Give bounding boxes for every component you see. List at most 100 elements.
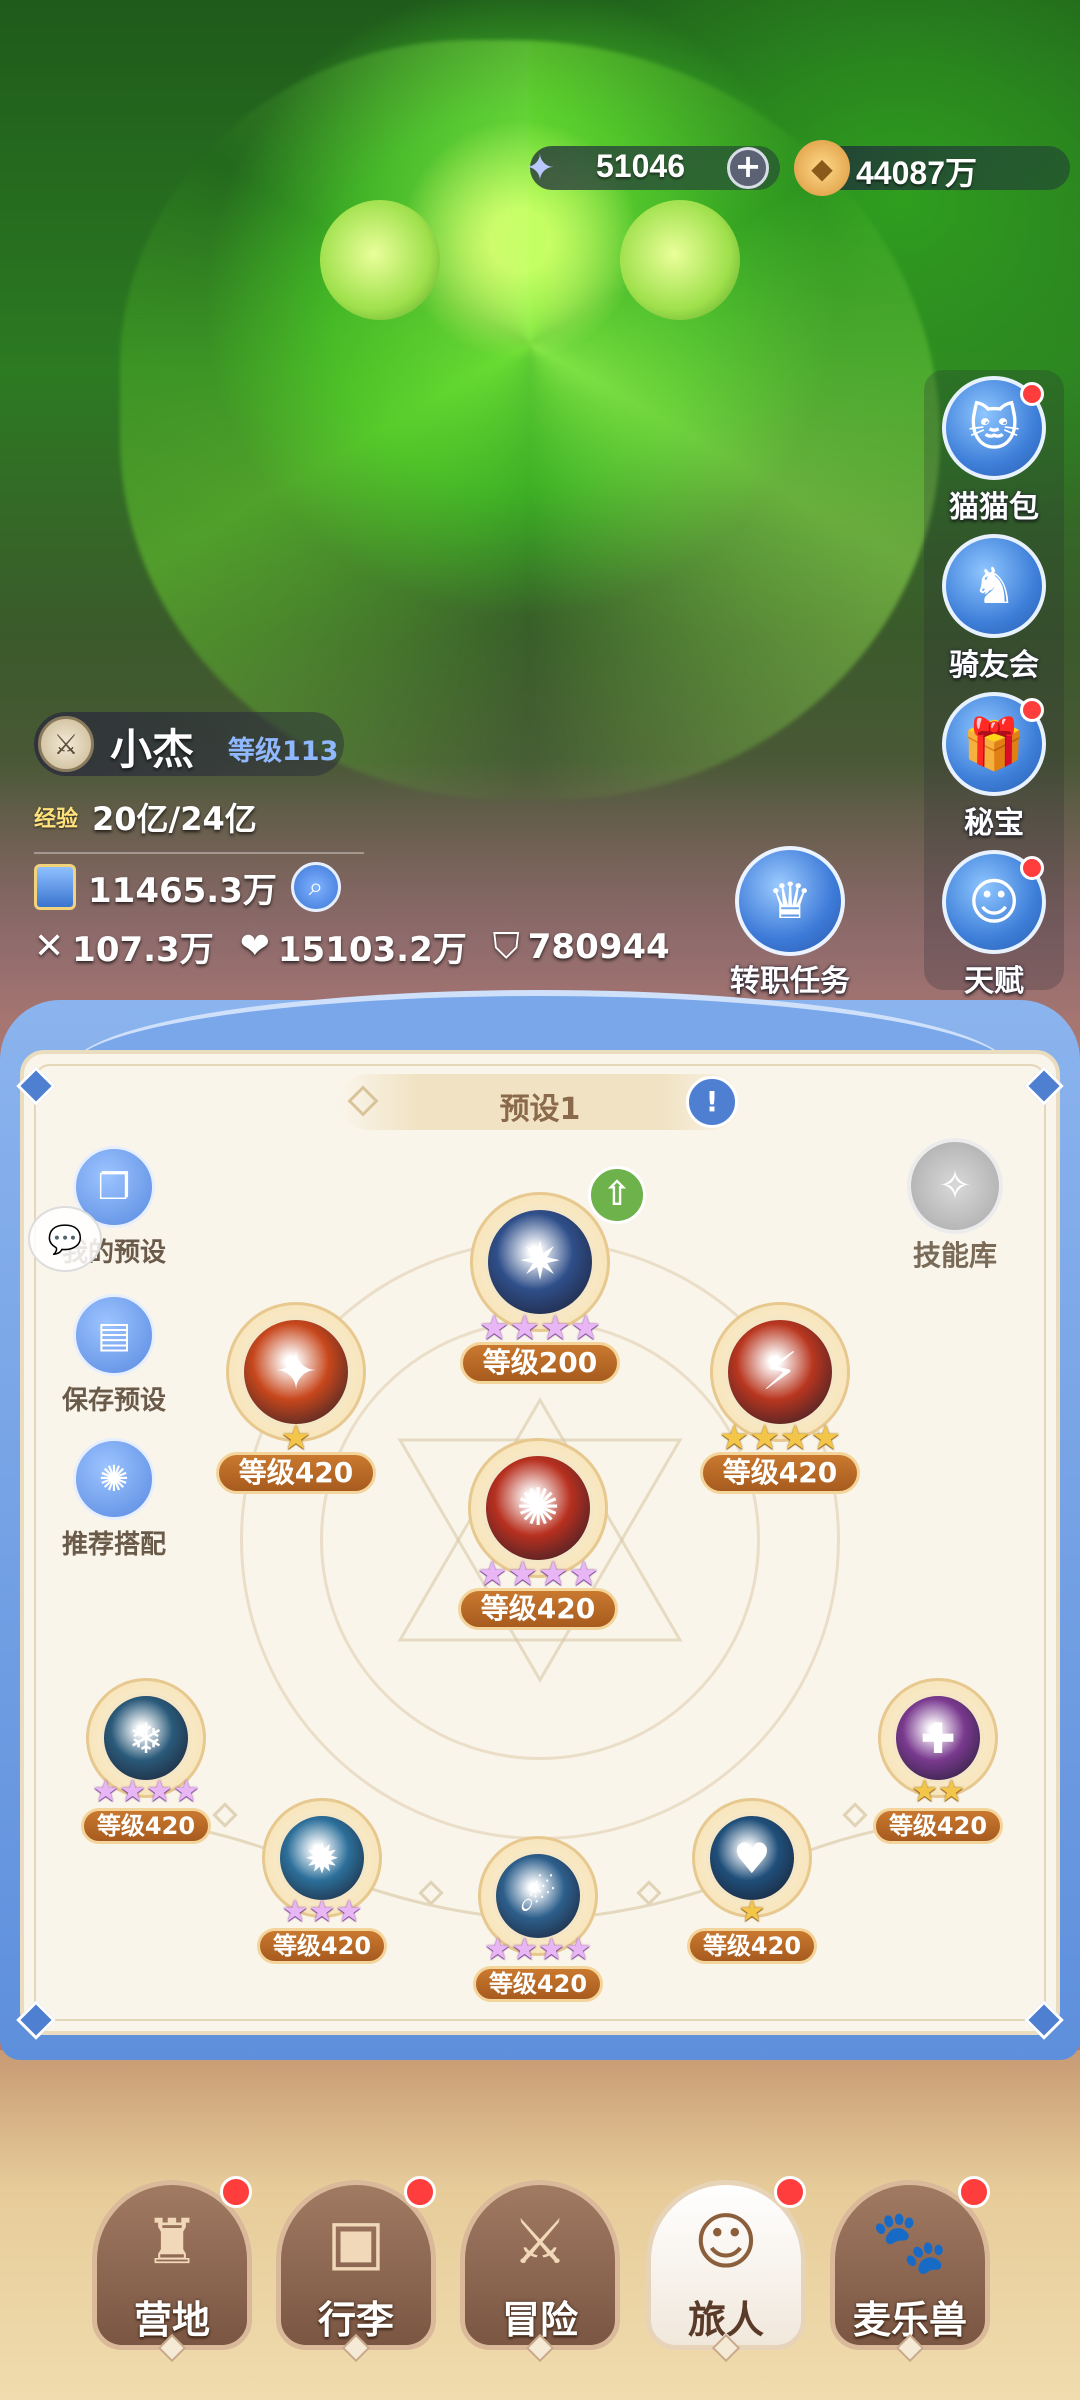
nav-pet[interactable]: 🐾 麦乐兽 bbox=[830, 2176, 990, 2370]
star-icon: ★ bbox=[281, 1894, 309, 1929]
shield-icon: ⛉ bbox=[492, 925, 520, 967]
skill-slot-left[interactable]: ✦ ★ 等级420 bbox=[216, 1302, 376, 1512]
star-icon: ★ bbox=[172, 1774, 200, 1809]
recommend-icon: ✺ bbox=[73, 1438, 155, 1520]
star-icon: ★ bbox=[92, 1774, 120, 1809]
skill-stars: ★ ★ ★ ★ bbox=[468, 1932, 608, 1967]
pet-icon: 🐾 bbox=[871, 2205, 949, 2278]
player-level: 等级113 bbox=[228, 736, 339, 767]
menu-label: 猫猫包 bbox=[949, 490, 1039, 525]
nav-crossed-swords[interactable]: ⚔ 冒险 bbox=[460, 2180, 620, 2370]
power-detail-button[interactable]: ⌕ bbox=[290, 862, 341, 912]
nav-card: ⚔ 冒险 bbox=[460, 2180, 620, 2350]
menu-cat-bag[interactable]: 🐱 猫猫包 bbox=[924, 376, 1064, 526]
skill-slot-b5[interactable]: ✚ ★ ★ 等级420 bbox=[873, 1678, 1003, 1868]
combat-power-icon bbox=[34, 864, 76, 910]
skill-slot-b3[interactable]: ☄ ★ ★ ★ ★ 等级420 bbox=[473, 1836, 603, 2026]
right-side-menu: 🐱 猫猫包 ♞ 骑友会 🎁 秘宝 ☺ 天赋 bbox=[924, 370, 1064, 999]
menu-label: 秘宝 bbox=[964, 806, 1024, 841]
skill-icon: ✷ bbox=[484, 1206, 596, 1318]
menu-label: 骑友会 bbox=[949, 648, 1039, 683]
chat-bubble-icon[interactable]: 💬 bbox=[28, 1206, 102, 1272]
recommend-button[interactable]: ✺ 推荐搭配 bbox=[44, 1438, 184, 1561]
preset-selector[interactable]: 预设1 bbox=[340, 1074, 740, 1130]
menu-talent[interactable]: ☺ 天赋 bbox=[924, 850, 1064, 1000]
exp-row: 经验 20亿/24亿 bbox=[34, 794, 257, 840]
crossed-swords-icon: ⚔ bbox=[512, 2205, 568, 2278]
skill-level-label: 等级420 bbox=[473, 1966, 603, 2002]
add-gems-button[interactable]: + bbox=[727, 147, 769, 189]
star-crystal-icon: ✦ bbox=[524, 147, 556, 189]
skill-level-label: 等级420 bbox=[687, 1928, 817, 1964]
skill-slot-right[interactable]: ⚡ ★ ★ ★ ★ 等级420 bbox=[700, 1302, 860, 1512]
notification-dot bbox=[1020, 856, 1044, 880]
star-icon: ★ bbox=[538, 1932, 565, 1967]
star-icon: ★ bbox=[335, 1894, 363, 1929]
preset-name: 预设1 bbox=[499, 1092, 581, 1127]
skill-stars: ★ ★ bbox=[868, 1774, 1008, 1809]
save-preset-label: 保存预设 bbox=[61, 1386, 166, 1416]
nav-backpack[interactable]: ▣ 行李 bbox=[276, 2176, 436, 2370]
star-icon: ★ bbox=[911, 1774, 938, 1809]
skill-icon: ✚ bbox=[892, 1692, 984, 1784]
nav-traveler-avatar[interactable]: ☺ 旅人 bbox=[646, 2176, 806, 2370]
skill-icon: ♥ bbox=[706, 1812, 798, 1904]
skill-icon: ✺ bbox=[482, 1452, 594, 1564]
skill-slot-b2[interactable]: ✹ ★ ★ ★ 等级420 bbox=[257, 1798, 387, 1988]
skill-slot-top[interactable]: ✷ ★ ★ ★ ★ 等级200 ⇧ bbox=[460, 1166, 646, 1402]
skill-slot-b1[interactable]: ❄ ★ ★ ★ ★ 等级420 bbox=[81, 1678, 211, 1868]
defense-value: 780944 bbox=[527, 926, 670, 967]
star-icon: ★ bbox=[738, 1894, 766, 1929]
traveler-avatar-icon: ☺ bbox=[693, 2205, 759, 2278]
skill-icon: ☄ bbox=[492, 1850, 584, 1942]
star-icon: ★ bbox=[308, 1894, 336, 1929]
crown-icon: ♛ bbox=[735, 846, 845, 956]
notification-dot bbox=[404, 2176, 436, 2208]
skill-stars: ★ ★ ★ ★ bbox=[76, 1774, 216, 1809]
save-preset-button[interactable]: ▤ 保存预设 bbox=[44, 1294, 184, 1417]
notification-dot bbox=[774, 2176, 806, 2208]
skill-level-label: 等级420 bbox=[700, 1452, 860, 1494]
preset-info-icon[interactable]: ! bbox=[686, 1076, 738, 1128]
gem-amount: 51046 bbox=[596, 148, 685, 184]
horse-icon: ♞ bbox=[942, 534, 1046, 638]
hp-value: 15103.2万 bbox=[277, 930, 467, 970]
skill-slot-b4[interactable]: ♥ ★ 等级420 bbox=[687, 1798, 817, 1988]
gold-coin-icon: ◆ bbox=[794, 140, 850, 196]
menu-rider-club[interactable]: ♞ 骑友会 bbox=[924, 534, 1064, 684]
skill-level-label: 等级420 bbox=[257, 1928, 387, 1964]
star-icon: ★ bbox=[564, 1932, 592, 1967]
menu-treasure[interactable]: 🎁 秘宝 bbox=[924, 692, 1064, 842]
star-icon: ★ bbox=[119, 1774, 146, 1809]
skill-level-label: 等级420 bbox=[81, 1808, 211, 1844]
job-change-task-button[interactable]: ♛ 转职任务 bbox=[720, 846, 860, 1000]
creature-eye-left bbox=[320, 200, 440, 320]
skill-slot-center[interactable]: ✺ ★ ★ ★ ★ 等级420 bbox=[458, 1438, 618, 1648]
job-task-label: 转职任务 bbox=[730, 964, 850, 999]
notification-dot bbox=[220, 2176, 252, 2208]
player-name: 小杰 bbox=[110, 725, 195, 774]
star-icon: ★ bbox=[511, 1932, 538, 1967]
skill-icon: ❄ bbox=[100, 1692, 192, 1784]
skill-library-button[interactable]: ✧ 技能库 bbox=[900, 1138, 1010, 1274]
treasure-icon: 🎁 bbox=[942, 692, 1046, 796]
combat-power: 11465.3万 bbox=[88, 870, 277, 911]
skill-icon: ✹ bbox=[276, 1812, 368, 1904]
attributes-row: ✕ 107.3万 ❤ 15103.2万 ⛉ 780944 bbox=[34, 922, 670, 971]
backpack-icon: ▣ bbox=[326, 2205, 386, 2278]
player-name-pill[interactable]: ⚔ 小杰 等级113 bbox=[34, 712, 344, 776]
divider bbox=[34, 852, 364, 854]
class-badge-icon: ⚔ bbox=[38, 716, 94, 772]
skill-stars: ★ bbox=[682, 1894, 822, 1929]
castle-icon: ♜ bbox=[144, 2205, 200, 2278]
upgrade-arrow-icon[interactable]: ⇧ bbox=[588, 1166, 646, 1224]
menu-label: 天赋 bbox=[964, 964, 1024, 999]
nav-castle[interactable]: ♜ 营地 bbox=[92, 2176, 252, 2370]
skill-level-label: 等级420 bbox=[458, 1588, 618, 1630]
attack-icon: ✕ bbox=[34, 926, 65, 967]
cat-bag-icon: 🐱 bbox=[942, 376, 1046, 480]
heart-icon: ❤ bbox=[239, 926, 270, 967]
creature-eye-right bbox=[620, 200, 740, 320]
brain-icon: ☺ bbox=[942, 850, 1046, 954]
skill-library-label: 技能库 bbox=[912, 1239, 997, 1272]
